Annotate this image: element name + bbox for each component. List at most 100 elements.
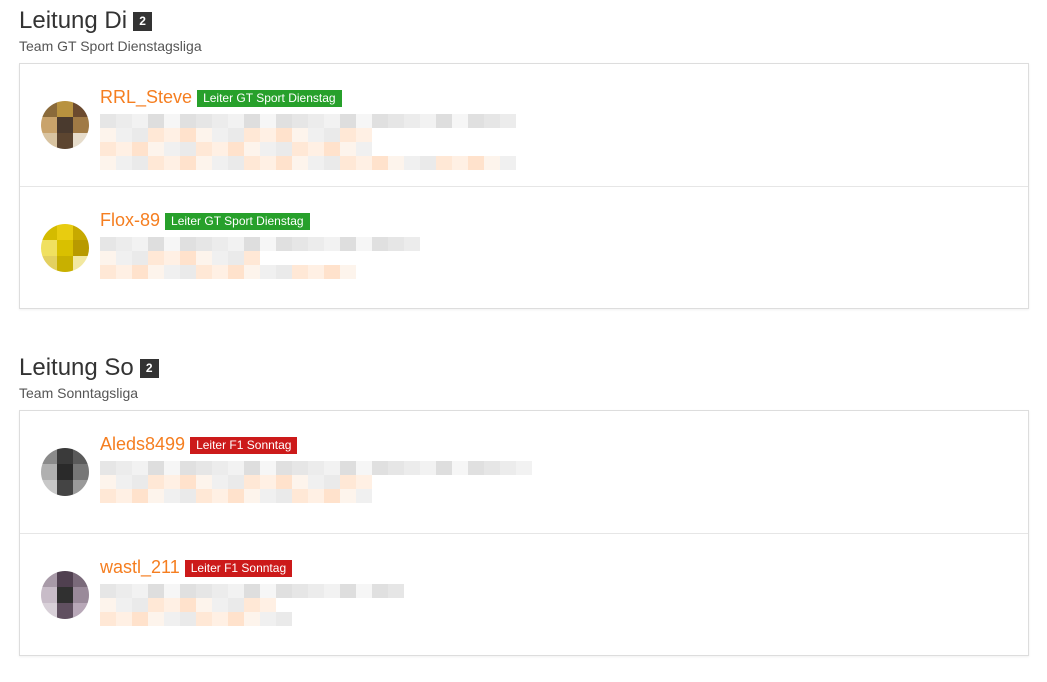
redacted-cell xyxy=(260,489,276,503)
member-name-link[interactable]: RRL_Steve xyxy=(100,86,192,108)
avatar-pixel xyxy=(57,256,73,272)
redacted-cell xyxy=(404,114,420,128)
avatar-pixel xyxy=(73,133,89,149)
redacted-cell xyxy=(324,475,340,489)
avatar[interactable] xyxy=(41,224,89,272)
redacted-cell xyxy=(308,461,324,475)
redacted-cell xyxy=(100,584,116,598)
section-subtitle: Team Sonntagsliga xyxy=(19,385,139,401)
redacted-cell xyxy=(196,461,212,475)
redacted-cell xyxy=(292,489,308,503)
avatar-pixel xyxy=(57,224,73,240)
avatar-pixel xyxy=(57,480,73,496)
member-name-link[interactable]: Flox-89 xyxy=(100,209,160,231)
avatar[interactable] xyxy=(41,571,89,619)
redacted-cell xyxy=(244,128,260,142)
member-item: Aleds8499 Leiter F1 Sonntag xyxy=(20,411,1028,534)
redacted-cell xyxy=(164,142,180,156)
redacted-cell xyxy=(100,475,116,489)
redacted-cell xyxy=(340,461,356,475)
avatar-pixel xyxy=(41,464,57,480)
redacted-cell xyxy=(260,612,276,626)
redacted-cell xyxy=(324,584,340,598)
redacted-cell xyxy=(116,489,132,503)
redacted-cell xyxy=(340,128,356,142)
avatar-pixel xyxy=(41,224,57,240)
redacted-cell xyxy=(228,237,244,251)
redacted-cell xyxy=(484,156,500,170)
section-title: Leitung So xyxy=(19,354,134,381)
redacted-cell xyxy=(228,265,244,279)
redacted-cell xyxy=(196,598,212,612)
redacted-cell xyxy=(308,489,324,503)
redacted-cell xyxy=(244,142,260,156)
redacted-cell xyxy=(292,114,308,128)
redacted-cell xyxy=(116,156,132,170)
redacted-cell xyxy=(180,237,196,251)
redacted-cell xyxy=(212,461,228,475)
redacted-cell xyxy=(132,461,148,475)
redacted-cell xyxy=(276,489,292,503)
redacted-cell xyxy=(324,237,340,251)
redacted-cell xyxy=(212,128,228,142)
avatar-pixel xyxy=(41,133,57,149)
redacted-cell xyxy=(244,489,260,503)
redacted-cell xyxy=(260,237,276,251)
redacted-cell xyxy=(148,598,164,612)
redacted-cell xyxy=(116,461,132,475)
avatar[interactable] xyxy=(41,448,89,496)
redacted-row xyxy=(100,114,516,128)
redacted-cell xyxy=(340,142,356,156)
redacted-cell xyxy=(116,142,132,156)
redacted-cell xyxy=(356,237,372,251)
redacted-cell xyxy=(324,265,340,279)
redacted-cell xyxy=(132,156,148,170)
redacted-cell xyxy=(244,156,260,170)
redacted-cell xyxy=(452,156,468,170)
redacted-cell xyxy=(100,265,116,279)
redacted-cell xyxy=(244,475,260,489)
member-name-link[interactable]: wastl_211 xyxy=(100,556,180,578)
member-item: Flox-89 Leiter GT Sport Dienstag xyxy=(20,187,1028,308)
redacted-cell xyxy=(180,461,196,475)
redacted-cell xyxy=(276,128,292,142)
redacted-details xyxy=(100,584,404,626)
redacted-cell xyxy=(276,142,292,156)
redacted-cell xyxy=(164,461,180,475)
avatar-pixel xyxy=(41,101,57,117)
section-leitung-so: Leitung So 2 Team Sonntagsliga Aleds8499… xyxy=(19,353,1029,656)
redacted-cell xyxy=(228,598,244,612)
avatar-pixel xyxy=(73,587,89,603)
rank-badge: Leiter GT Sport Dienstag xyxy=(165,212,310,230)
redacted-cell xyxy=(116,237,132,251)
redacted-cell xyxy=(260,156,276,170)
redacted-cell xyxy=(244,265,260,279)
member-name-link[interactable]: Aleds8499 xyxy=(100,433,185,455)
redacted-cell xyxy=(148,475,164,489)
redacted-cell xyxy=(132,489,148,503)
redacted-cell xyxy=(148,265,164,279)
avatar[interactable] xyxy=(41,101,89,149)
redacted-cell xyxy=(244,584,260,598)
redacted-cell xyxy=(180,114,196,128)
redacted-cell xyxy=(292,265,308,279)
redacted-cell xyxy=(292,142,308,156)
rank-badge: Leiter F1 Sonntag xyxy=(184,559,293,577)
redacted-cell xyxy=(372,461,388,475)
redacted-cell xyxy=(436,114,452,128)
redacted-cell xyxy=(196,489,212,503)
redacted-row xyxy=(100,265,420,279)
redacted-cell xyxy=(388,584,404,598)
redacted-row xyxy=(100,461,532,475)
avatar-pixel xyxy=(57,240,73,256)
redacted-cell xyxy=(116,251,132,265)
member-count-badge: 2 xyxy=(139,358,159,378)
rank-badge: Leiter GT Sport Dienstag xyxy=(197,89,342,107)
redacted-cell xyxy=(260,461,276,475)
redacted-cell xyxy=(212,265,228,279)
redacted-cell xyxy=(196,237,212,251)
redacted-cell xyxy=(308,237,324,251)
redacted-cell xyxy=(420,114,436,128)
redacted-cell xyxy=(276,612,292,626)
redacted-cell xyxy=(244,461,260,475)
